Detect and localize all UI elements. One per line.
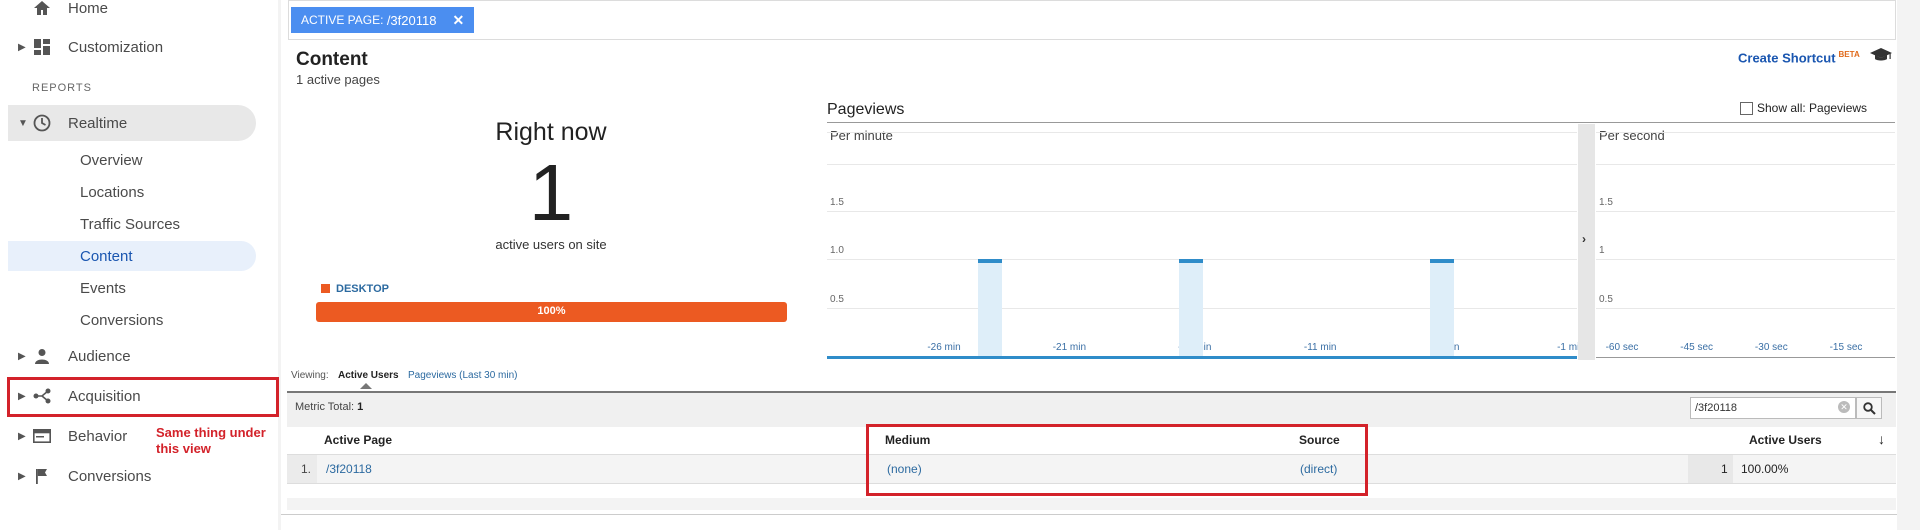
active-tab-pointer (360, 383, 372, 389)
chart-gridline (1596, 259, 1895, 260)
caret-down-icon: ▼ (18, 117, 28, 129)
chart-gridline (1596, 132, 1895, 133)
search-button[interactable] (1856, 397, 1882, 419)
nav-home-label: Home (68, 0, 109, 17)
chart-bar-top (1178, 259, 1203, 263)
caret-right-icon: ▶ (18, 350, 26, 362)
chart-bar-top (978, 259, 1003, 263)
chart-y-tick: 0.5 (1599, 293, 1613, 305)
desktop-legend-swatch (321, 284, 330, 293)
chart-y-tick: 0.5 (830, 293, 844, 305)
clock-icon (33, 114, 51, 132)
chart-x-tick: -45 sec (1680, 342, 1714, 353)
nav-behavior-label: Behavior (68, 427, 128, 445)
row-users-percent: 100.00% (1741, 462, 1789, 476)
chart-y-tick: 1.5 (1599, 196, 1613, 208)
chart-x-tick: -11 min (1303, 342, 1337, 353)
page-title: Content (296, 49, 368, 70)
person-icon (33, 347, 51, 365)
nav-conversions-label: Conversions (68, 467, 152, 485)
viewing-active-users-tab[interactable]: Active Users (338, 370, 399, 381)
col-active-page[interactable]: Active Page (324, 433, 392, 447)
sub-item-locations[interactable]: Locations (8, 177, 256, 207)
per-second-chart: Per second 1.5 1 0.5 -60 sec -45 sec -30 sec -… (1596, 124, 1895, 360)
per-minute-chart: Per minute 1.51.00.5-26 min-21 min-16 mi… (827, 124, 1585, 360)
chart-bar[interactable] (1429, 259, 1454, 359)
bottom-divider (281, 514, 1897, 515)
chart-x-tick: -26 min (927, 342, 961, 353)
chart-gridline (1596, 210, 1895, 212)
sub-item-events[interactable]: Events (8, 273, 256, 303)
chart-bar[interactable] (1178, 259, 1203, 359)
metric-total-label: Metric Total: 1 (295, 401, 364, 413)
row-active-page-link[interactable]: /3f20118 (326, 462, 372, 476)
right-now-heading: Right now (495, 118, 607, 146)
chevron-right-icon[interactable]: › (1582, 232, 1586, 246)
nav-realtime[interactable]: ▼ Realtime (8, 105, 256, 141)
create-shortcut-link[interactable]: Create Shortcut BETA (1738, 50, 1860, 65)
active-users-count: 1 (528, 148, 574, 237)
clear-search-icon[interactable]: ✕ (1838, 401, 1850, 413)
annotation-box-medium-source (866, 424, 1368, 496)
row-active-users: 1 (1721, 462, 1728, 476)
chart-y-tick: 1 (1599, 245, 1605, 256)
caret-right-icon: ▶ (18, 41, 26, 53)
page-subtitle: 1 active pages (296, 72, 380, 87)
chart-pager[interactable]: › (1578, 124, 1595, 360)
nav-customization-label: Customization (68, 38, 164, 56)
annotation-text: Same thing under this view (156, 425, 266, 456)
per-second-title: Per second (1599, 128, 1665, 143)
caret-right-icon: ▶ (18, 470, 26, 482)
pageviews-title: Pageviews (827, 101, 905, 118)
home-icon (33, 0, 51, 17)
chart-bar[interactable] (978, 259, 1003, 359)
show-all-checkbox[interactable] (1740, 101, 1753, 115)
filter-bar (288, 0, 1896, 40)
table-search-input[interactable]: /3f20118 ✕ (1690, 397, 1856, 419)
sub-item-traffic-sources[interactable]: Traffic Sources (8, 209, 256, 239)
viewing-label: Viewing: (291, 370, 329, 381)
chart-x-tick: -15 sec (1829, 342, 1863, 353)
annotation-box-acquisition (7, 377, 279, 417)
chart-baseline (827, 356, 1577, 359)
metric-total-bar (287, 391, 1896, 427)
search-icon (1863, 402, 1876, 415)
chart-x-tick: -21 min (1052, 342, 1087, 353)
chart-gridline (827, 132, 1577, 133)
sub-item-content[interactable]: Content (8, 241, 256, 271)
sub-item-conversions[interactable]: Conversions (8, 305, 256, 335)
graduation-cap-icon[interactable] (1870, 48, 1892, 67)
sort-desc-icon[interactable]: ↓ (1878, 431, 1885, 447)
per-minute-title: Per minute (830, 128, 893, 143)
desktop-legend-label: DESKTOP (336, 283, 389, 295)
behavior-icon (33, 427, 51, 445)
chart-gridline (827, 210, 1577, 212)
chart-y-tick: 1.0 (830, 245, 844, 256)
pageviews-top-rule (827, 122, 1895, 123)
chart-x-tick: -60 sec (1605, 342, 1639, 353)
active-page-filter-chip[interactable]: ACTIVE PAGE: /3f20118 ✕ (291, 7, 475, 33)
nav-audience-label: Audience (68, 347, 131, 365)
table-footer (287, 498, 1896, 510)
chart-x-tick: -30 sec (1754, 342, 1788, 353)
caret-right-icon: ▶ (18, 430, 26, 442)
show-all-pageviews[interactable]: Show all: Pageviews (1740, 101, 1867, 115)
flag-icon (33, 467, 51, 485)
chart-bar-top (1429, 259, 1454, 263)
device-progress-label: 100% (537, 305, 566, 317)
active-users-caption: active users on site (495, 237, 607, 252)
chart-gridline (1596, 164, 1895, 165)
reports-heading: REPORTS (32, 82, 92, 94)
row-index: 1. (301, 462, 312, 476)
nav-realtime-label: Realtime (68, 114, 128, 132)
chart-gridline (827, 164, 1577, 165)
sub-item-overview[interactable]: Overview (8, 145, 256, 175)
dashboard-icon (33, 38, 51, 56)
chart-baseline (1596, 357, 1895, 358)
col-active-users[interactable]: Active Users (1749, 433, 1822, 447)
chart-y-tick: 1.5 (830, 196, 844, 208)
chart-gridline (1596, 307, 1895, 309)
viewing-pageviews-tab[interactable]: Pageviews (Last 30 min) (408, 370, 518, 381)
close-icon[interactable]: ✕ (452, 12, 464, 29)
